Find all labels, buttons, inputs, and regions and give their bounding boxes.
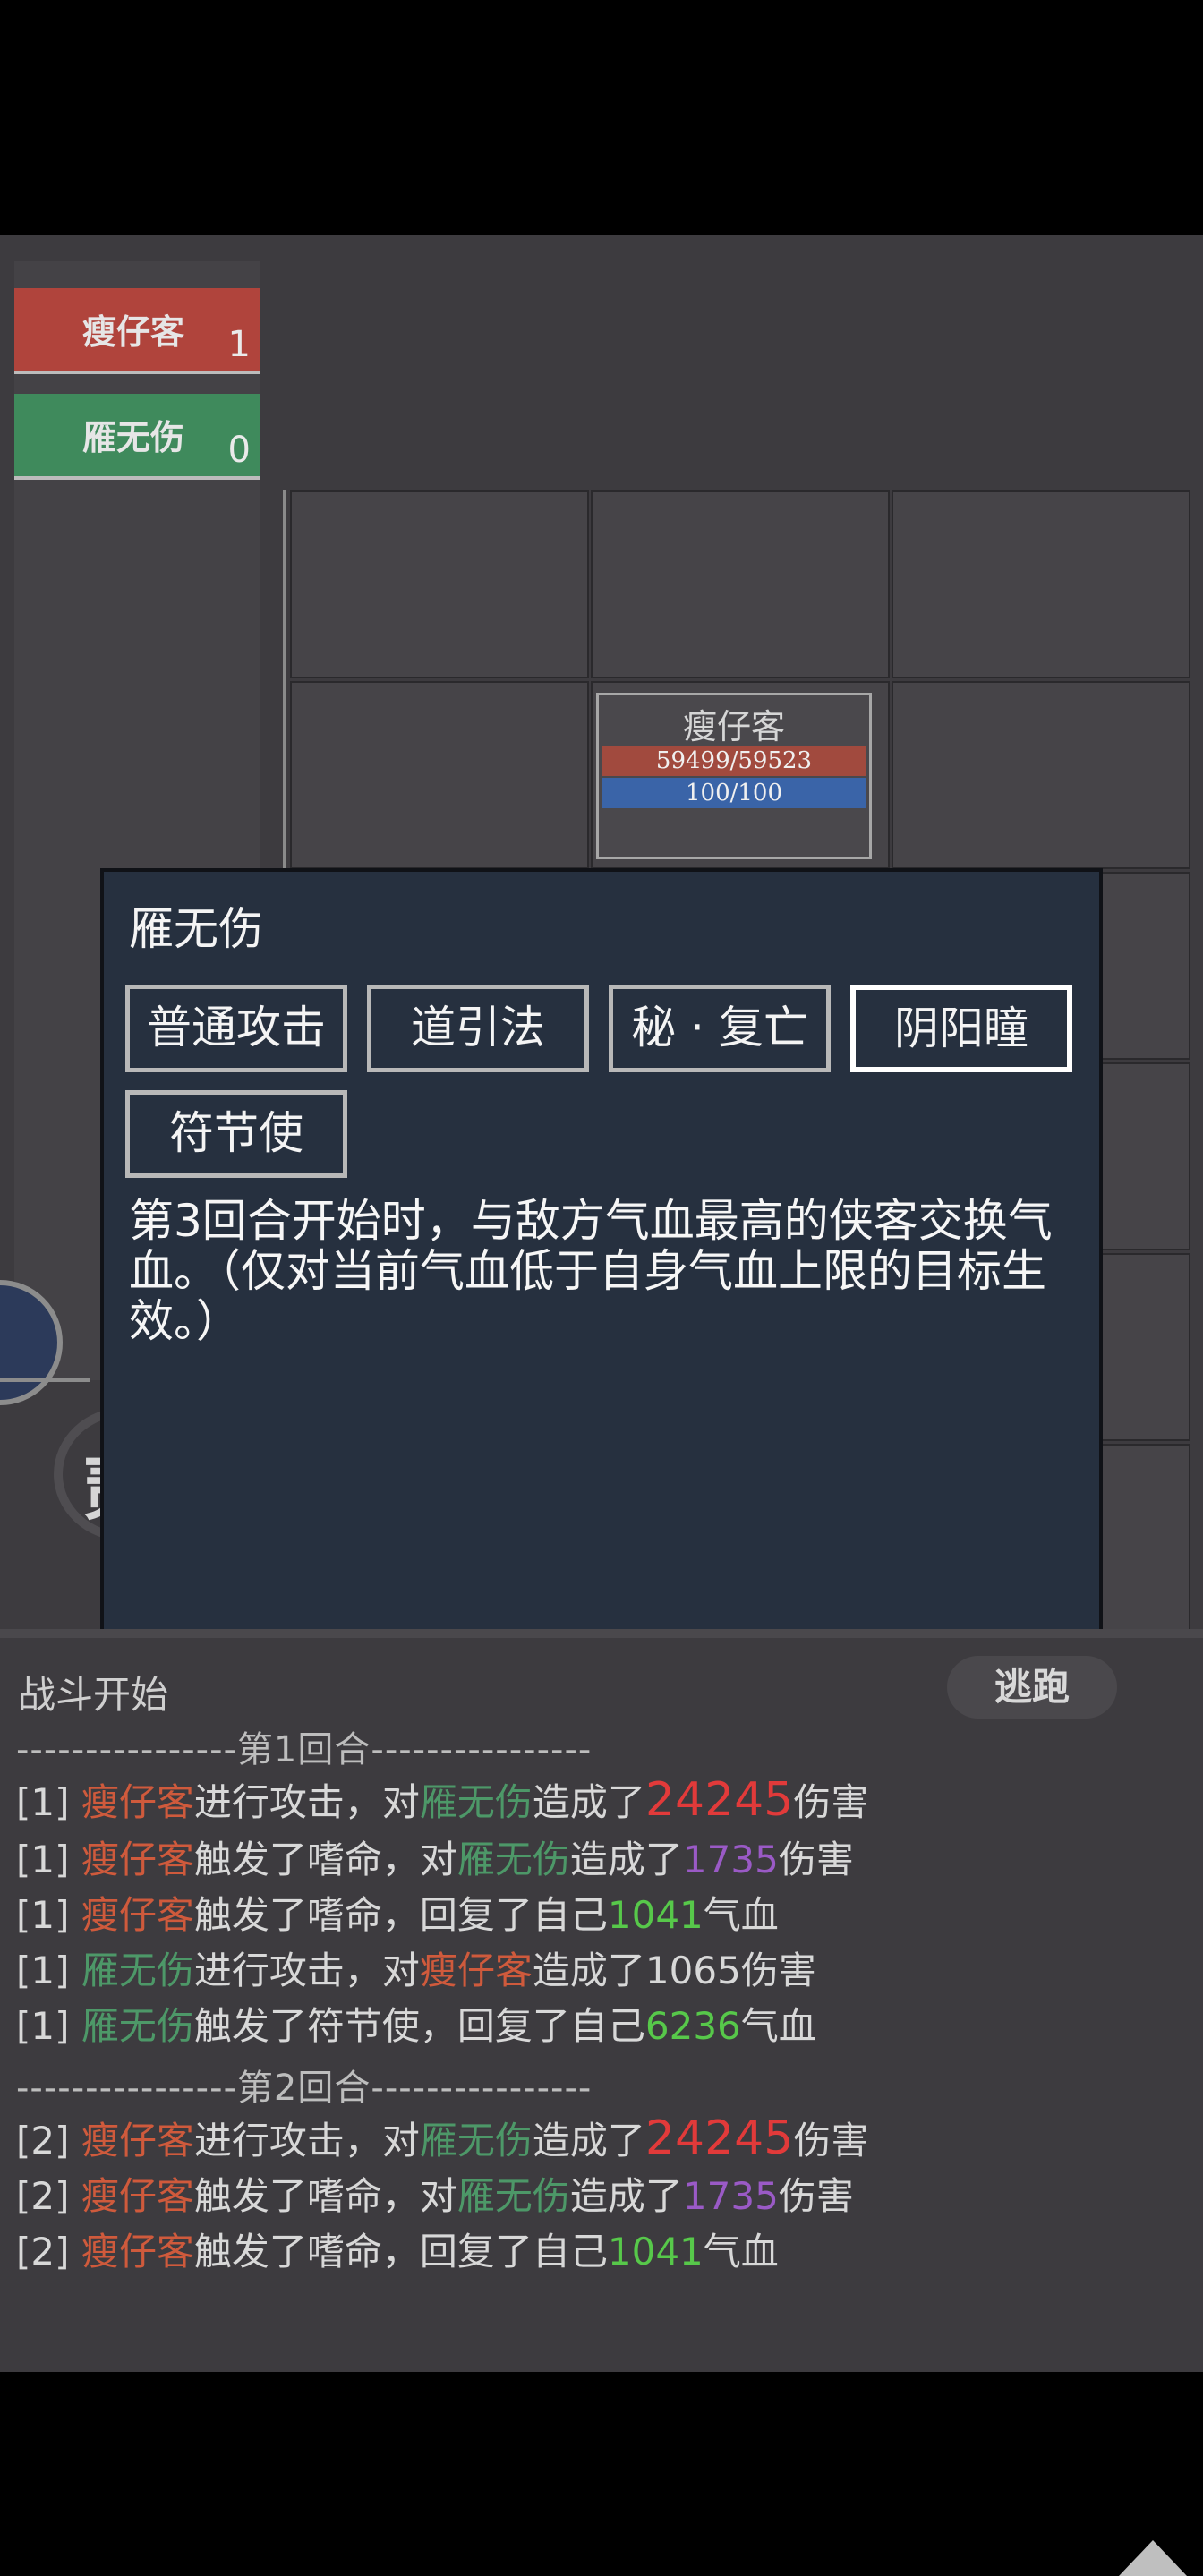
team-name: 雁无伤 [82, 418, 185, 457]
dialog-title: 雁无伤 [129, 903, 263, 955]
battle-log[interactable]: 战斗开始 逃跑 ----------------第1回合------------… [0, 1638, 1203, 2372]
skill-button-fujie[interactable]: 符节使 [125, 1090, 347, 1178]
grid-cell[interactable] [892, 681, 1190, 869]
grid-cell[interactable] [892, 490, 1190, 678]
navigation-bar-area [0, 2372, 1203, 2481]
log-line: [2] 瘦仔客触发了嗜命，对雁无伤造成了1735伤害 [16, 2174, 854, 2218]
enemy-unit-card[interactable]: 瘦仔客 59499/59523 100/100 [596, 693, 872, 859]
battle-screen: 瘦仔客 1 雁无伤 0 贰 x1 瘦仔客 59499/59523 100/100… [0, 235, 1203, 2576]
scroll-up-arrow-icon[interactable] [1119, 2540, 1187, 2576]
team-score: 1 [227, 324, 251, 365]
grid-cell[interactable] [591, 490, 890, 678]
team-name: 瘦仔客 [82, 312, 185, 352]
skill-button-daoyin[interactable]: 道引法 [367, 985, 589, 1072]
log-line: [1] 瘦仔客进行攻击，对雁无伤造成了24245伤害 [16, 1773, 869, 1827]
unit-name: 瘦仔客 [682, 707, 785, 746]
skill-button-normal-attack[interactable]: 普通攻击 [125, 985, 347, 1072]
mp-bar: 100/100 [602, 778, 866, 808]
divider [0, 1378, 90, 1382]
grid-cell[interactable] [290, 490, 589, 678]
round-divider: ----------------第1回合---------------- [16, 1729, 593, 1770]
hp-bar: 59499/59523 [602, 746, 866, 776]
log-line: [1] 瘦仔客触发了嗜命，对雁无伤造成了1735伤害 [16, 1838, 854, 1881]
log-line: [1] 雁无伤进行攻击，对瘦仔客造成了1065伤害 [16, 1949, 816, 1992]
log-line: [2] 瘦仔客触发了嗜命，回复了自己1041气血 [16, 2230, 779, 2273]
skill-button-fuwang[interactable]: 秘 · 复亡 [609, 985, 831, 1072]
team-green-score: 雁无伤 0 [14, 394, 260, 480]
grid-cell[interactable] [290, 681, 589, 869]
team-score: 0 [227, 430, 251, 471]
skill-description: 第3回合开始时，与敌方气血最高的侠客交换气血。（仅对当前气血低于自身气血上限的目… [129, 1195, 1053, 1347]
log-line: [1] 瘦仔客触发了嗜命，回复了自己1041气血 [16, 1893, 779, 1937]
log-line: [2] 瘦仔客进行攻击，对雁无伤造成了24245伤害 [16, 2111, 869, 2165]
skill-button-yinyang[interactable]: 阴阳瞳 [850, 985, 1072, 1072]
log-line: [1] 雁无伤触发了符节使，回复了自己6236气血 [16, 2004, 816, 2048]
skill-dialog: 雁无伤 普通攻击 道引法 秘 · 复亡 阴阳瞳 符节使 第3回合开始时，与敌方气… [100, 868, 1103, 1697]
team-red-score: 瘦仔客 1 [14, 288, 260, 374]
log-title: 战斗开始 [18, 1673, 169, 1717]
round-divider: ----------------第2回合---------------- [16, 2068, 593, 2109]
flee-button[interactable]: 逃跑 [947, 1656, 1117, 1719]
status-bar-area [0, 0, 1203, 235]
